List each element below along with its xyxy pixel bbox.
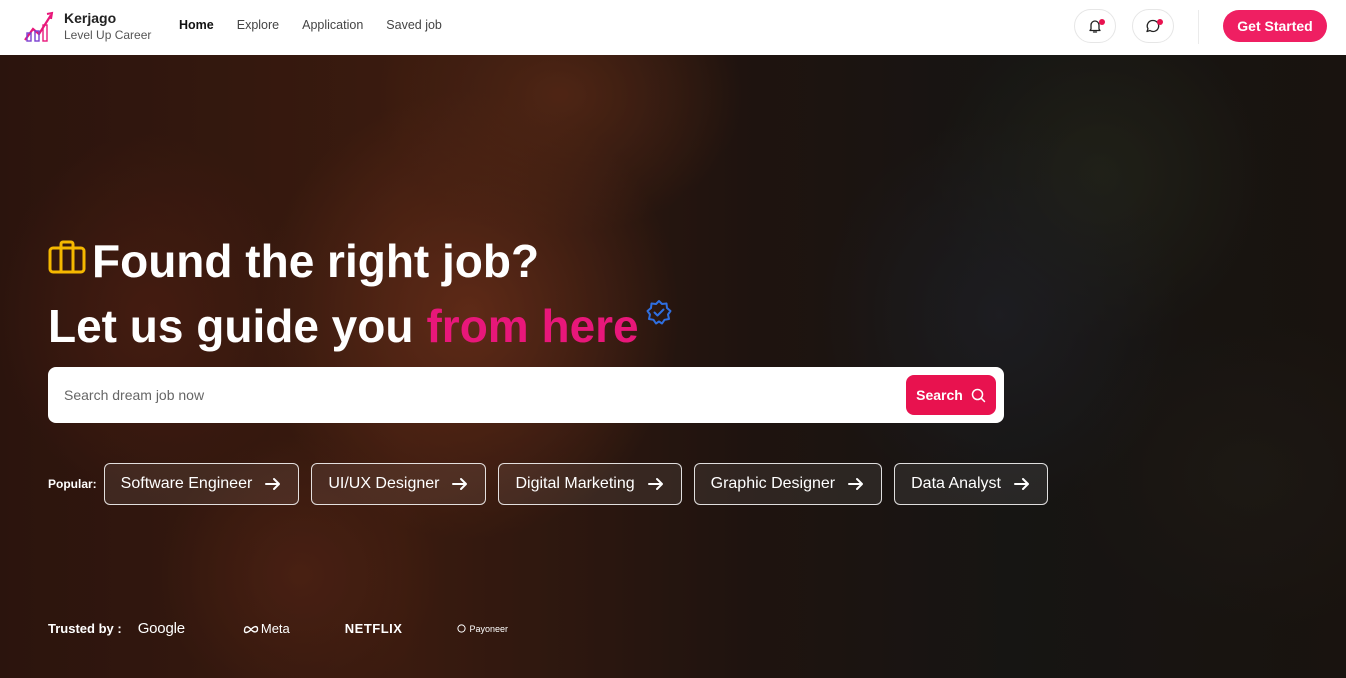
arrow-right-icon (1013, 478, 1029, 490)
payoneer-circle-icon (457, 624, 467, 633)
verified-badge-icon (646, 300, 672, 325)
chip-label: Graphic Designer (710, 475, 836, 492)
popular-chip-data-analyst[interactable]: Data Analyst (894, 463, 1048, 505)
netflix-logo: NETFLIX (344, 621, 403, 636)
nav-link-home[interactable]: Home (179, 18, 214, 32)
notifications-button[interactable] (1074, 9, 1116, 43)
get-started-button[interactable]: Get Started (1223, 10, 1327, 42)
headline-line-2: Let us guide you (48, 300, 414, 352)
popular-label: Popular: (48, 477, 97, 491)
chip-label: Software Engineer (120, 475, 253, 492)
arrow-right-icon (647, 478, 663, 490)
chip-label: UI/UX Designer (328, 475, 440, 492)
brand-name: Kerjago (64, 10, 117, 26)
headline-accent: from here (426, 300, 639, 352)
job-search-bar: Search (48, 367, 1004, 423)
headline-line-1: Found the right job? (92, 235, 540, 287)
top-navbar: Kerjago Level Up Career Home Explore App… (0, 0, 1346, 55)
google-logo: Google (137, 620, 185, 637)
arrow-right-icon (848, 478, 864, 490)
nav-link-saved-job[interactable]: Saved job (386, 18, 442, 32)
job-search-input[interactable] (64, 377, 884, 413)
payoneer-logo: Payoneer (457, 624, 508, 634)
arrow-right-icon (452, 478, 468, 490)
nav-divider (1198, 10, 1199, 44)
message-badge (1157, 19, 1163, 25)
hero-headline: Found the right job? Let us guide you fr… (48, 233, 673, 355)
main-nav: Home Explore Application Saved job (179, 18, 442, 32)
chip-label: Digital Marketing (515, 475, 635, 492)
arrow-right-icon (265, 478, 281, 490)
trusted-by-row: Trusted by : Google Meta NETFLIX Payonee… (48, 620, 508, 637)
brand-tagline: Level Up Career (64, 28, 152, 42)
hero-section: Found the right job? Let us guide you fr… (0, 55, 1346, 678)
trusted-label: Trusted by : (48, 621, 122, 636)
career-growth-logo-icon (24, 11, 54, 42)
popular-chip-software-engineer[interactable]: Software Engineer (103, 463, 300, 505)
meta-logo: Meta (243, 621, 290, 636)
search-button-label: Search (916, 387, 963, 403)
popular-chip-ui-ux-designer[interactable]: UI/UX Designer (311, 463, 487, 505)
meta-infinity-icon (243, 625, 259, 633)
nav-link-application[interactable]: Application (302, 18, 363, 32)
popular-chip-digital-marketing[interactable]: Digital Marketing (498, 463, 682, 505)
brand[interactable]: Kerjago Level Up Career (23, 9, 151, 43)
search-button[interactable]: Search (906, 375, 996, 415)
chip-label: Data Analyst (911, 475, 1001, 492)
briefcase-icon (48, 240, 86, 274)
nav-link-explore[interactable]: Explore (237, 18, 279, 32)
meta-logo-text: Meta (260, 621, 290, 636)
payoneer-logo-text: Payoneer (469, 623, 508, 634)
notification-badge (1099, 19, 1105, 25)
popular-chip-graphic-designer[interactable]: Graphic Designer (693, 463, 883, 505)
popular-searches: Popular: Software Engineer UI/UX Designe… (48, 463, 1060, 505)
messages-button[interactable] (1132, 9, 1174, 43)
search-icon (971, 388, 986, 402)
